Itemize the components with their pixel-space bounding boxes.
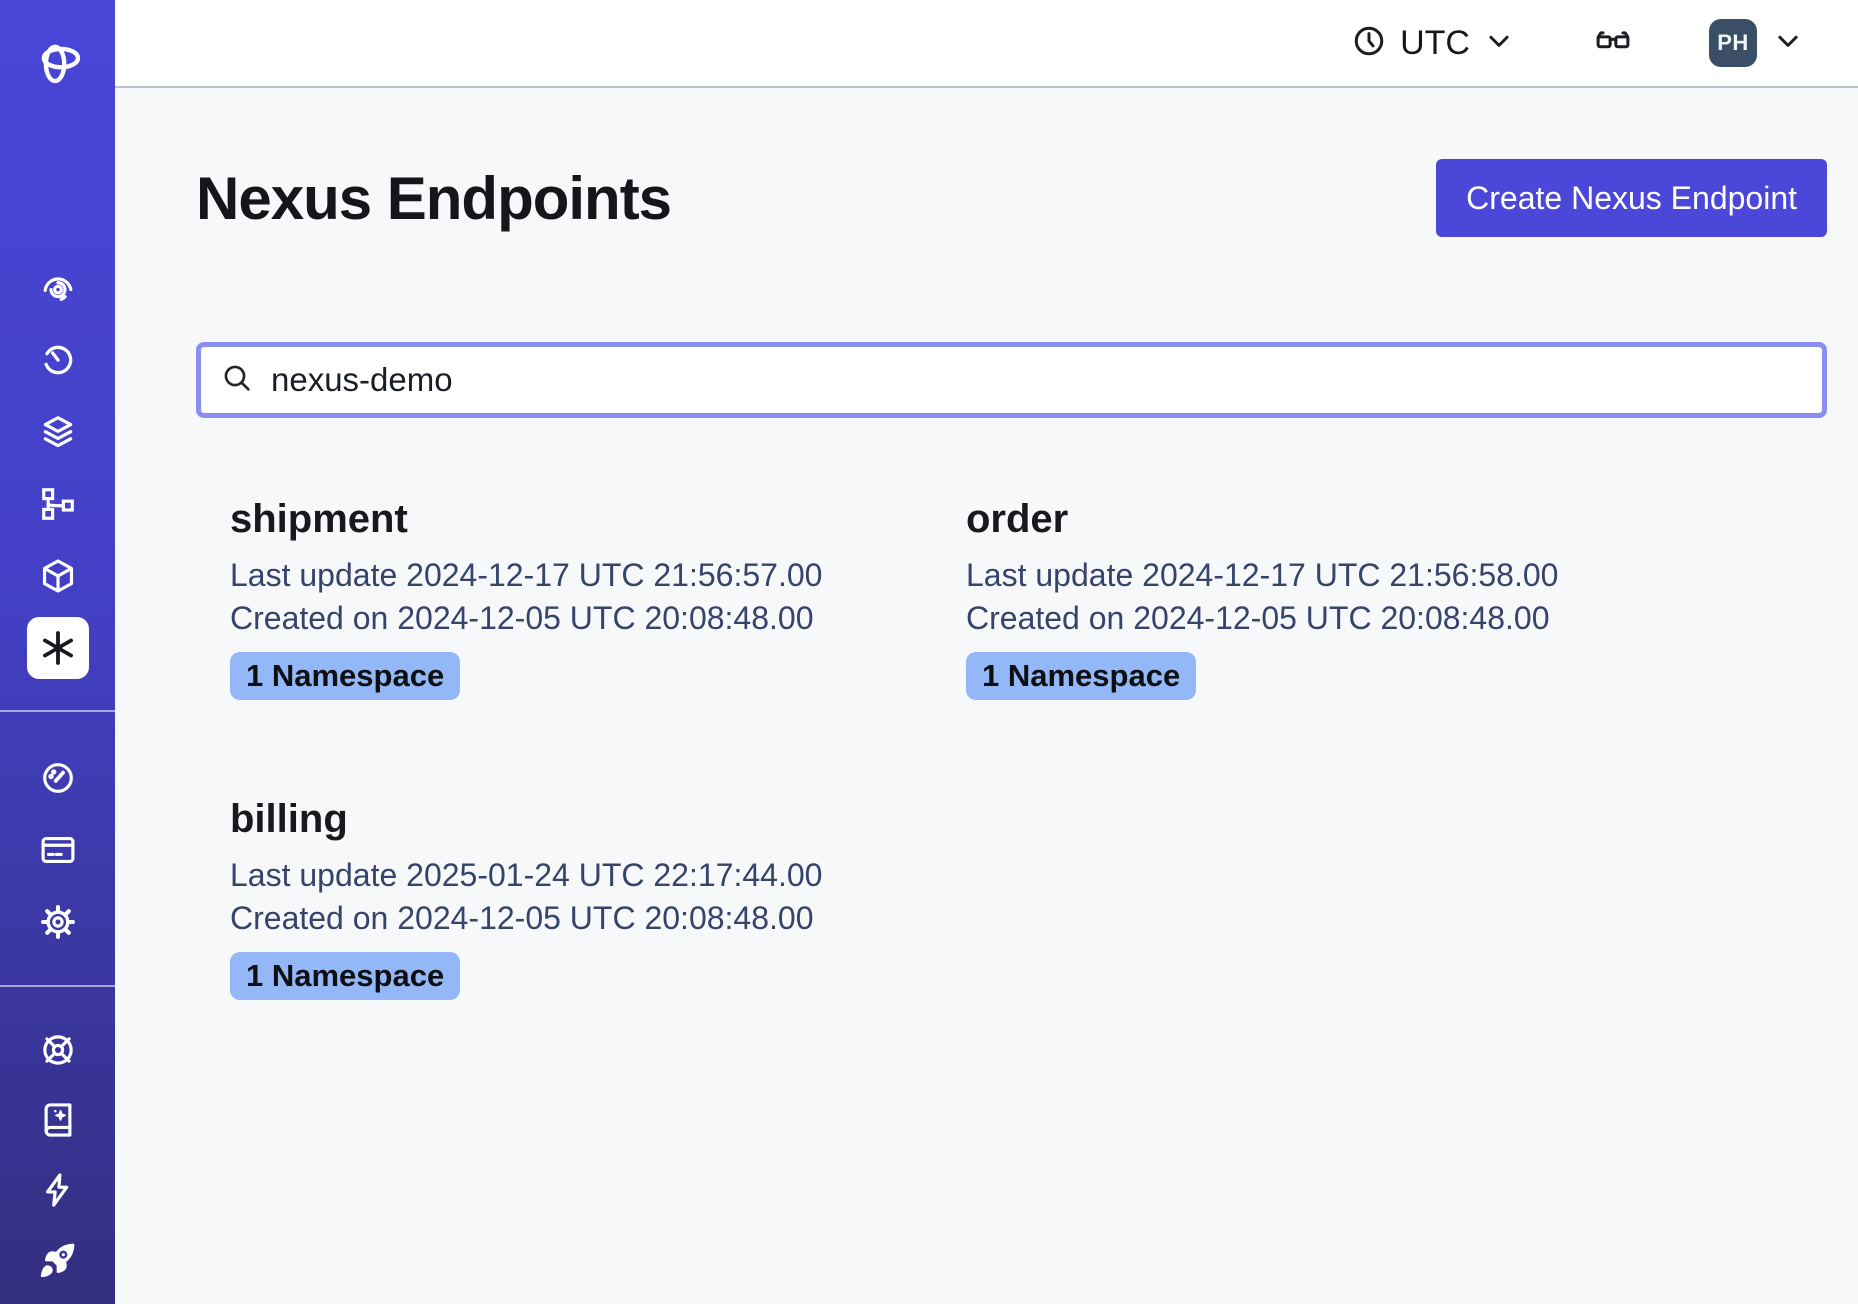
credit-card-icon [39, 831, 77, 869]
endpoint-created-on: Created on 2024-12-05 UTC 20:08:48.00 [230, 597, 932, 640]
sidebar-item-settings[interactable] [0, 886, 115, 958]
endpoint-last-update: Last update 2024-12-17 UTC 21:56:57.00 [230, 554, 932, 597]
endpoint-name[interactable]: billing [230, 797, 932, 842]
endpoint-card-shipment[interactable]: shipment Last update 2024-12-17 UTC 21:5… [196, 497, 932, 700]
endpoint-last-update: Last update 2024-12-17 UTC 21:56:58.00 [966, 554, 1668, 597]
sidebar-item-docs[interactable] [0, 1085, 115, 1155]
timezone-label: UTC [1400, 24, 1470, 63]
sidebar [0, 0, 115, 1304]
timer-icon [39, 341, 77, 379]
chevron-down-icon [1484, 26, 1514, 61]
endpoint-card-order[interactable]: order Last update 2024-12-17 UTC 21:56:5… [932, 497, 1668, 700]
create-nexus-endpoint-button[interactable]: Create Nexus Endpoint [1436, 159, 1827, 237]
sidebar-item-batch-operations[interactable] [0, 468, 115, 540]
nexus-asterisk-icon [27, 617, 89, 679]
gauge-icon [39, 759, 77, 797]
endpoint-created-on: Created on 2024-12-05 UTC 20:08:48.00 [966, 597, 1668, 640]
endpoint-name[interactable]: shipment [230, 497, 932, 542]
namespace-badge: 1 Namespace [230, 952, 460, 1000]
workflows-icon [39, 269, 77, 307]
sidebar-divider [0, 710, 115, 712]
sidebar-item-getting-started[interactable] [0, 1225, 115, 1295]
user-menu[interactable]: PH [1709, 19, 1803, 67]
chevron-down-icon [1773, 26, 1803, 61]
endpoint-list: shipment Last update 2024-12-17 UTC 21:5… [196, 497, 1827, 1000]
sidebar-item-support[interactable] [0, 1015, 115, 1085]
endpoint-name[interactable]: order [966, 497, 1668, 542]
sidebar-item-feedback[interactable] [0, 1155, 115, 1225]
page-title: Nexus Endpoints [196, 164, 671, 233]
main-content: Nexus Endpoints Create Nexus Endpoint sh… [115, 90, 1858, 1304]
page-header: Nexus Endpoints Create Nexus Endpoint [196, 159, 1827, 237]
sidebar-nav-primary [0, 252, 115, 684]
lightning-icon [39, 1171, 77, 1209]
sidebar-item-services[interactable] [0, 540, 115, 612]
layers-icon [39, 413, 77, 451]
sidebar-item-deployments[interactable] [0, 396, 115, 468]
endpoint-last-update: Last update 2025-01-24 UTC 22:17:44.00 [230, 854, 932, 897]
endpoint-card-billing[interactable]: billing Last update 2025-01-24 UTC 22:17… [196, 797, 932, 1000]
book-sparkles-icon [39, 1101, 77, 1139]
namespace-badge: 1 Namespace [966, 652, 1196, 700]
search-icon [221, 362, 271, 399]
sidebar-item-schedules[interactable] [0, 324, 115, 396]
lifebuoy-icon [39, 1031, 77, 1069]
sidebar-item-usage[interactable] [0, 742, 115, 814]
glasses-icon [1594, 22, 1632, 65]
cube-icon [39, 557, 77, 595]
branch-nodes-icon [39, 485, 77, 523]
gear-icon [39, 903, 77, 941]
endpoint-search[interactable] [196, 342, 1827, 418]
sidebar-divider [0, 985, 115, 987]
sidebar-nav-account [0, 742, 115, 958]
namespace-badge: 1 Namespace [230, 652, 460, 700]
clock-icon [1352, 24, 1386, 63]
avatar[interactable]: PH [1709, 19, 1757, 67]
sidebar-item-workflows[interactable] [0, 252, 115, 324]
rocket-icon [38, 1240, 78, 1280]
endpoint-created-on: Created on 2024-12-05 UTC 20:08:48.00 [230, 897, 932, 940]
labs-mode-button[interactable] [1594, 22, 1632, 65]
temporal-logo-icon[interactable] [0, 36, 115, 86]
sidebar-nav-help [0, 1015, 115, 1295]
sidebar-item-nexus[interactable] [0, 612, 115, 684]
timezone-select[interactable]: UTC [1352, 24, 1514, 63]
sidebar-item-billing[interactable] [0, 814, 115, 886]
topbar: UTC PH [115, 0, 1858, 88]
search-input[interactable] [271, 361, 1802, 399]
